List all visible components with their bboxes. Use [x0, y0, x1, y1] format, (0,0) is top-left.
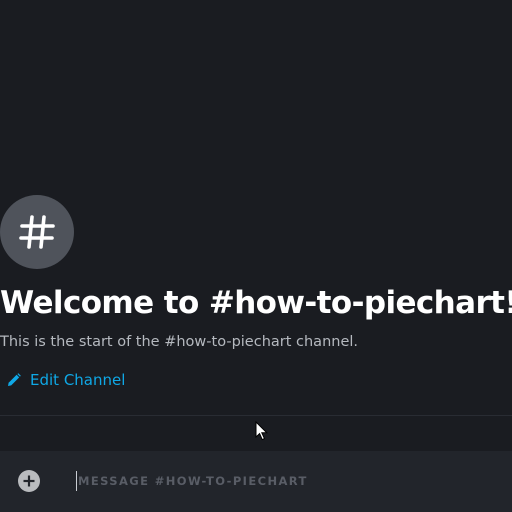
- edit-channel-label: Edit Channel: [30, 371, 126, 389]
- message-input[interactable]: MESSAGE #HOW-TO-PIECHART: [76, 468, 496, 494]
- pencil-icon: [6, 372, 22, 388]
- welcome-subtitle: This is the start of the #how-to-piechar…: [0, 334, 359, 350]
- hash-icon: [17, 212, 57, 252]
- welcome-title: Welcome to #how-to-piechart!: [0, 285, 512, 321]
- edit-channel-link[interactable]: Edit Channel: [6, 369, 125, 391]
- message-composer: MESSAGE #HOW-TO-PIECHART: [0, 451, 512, 512]
- plus-circle-icon[interactable]: [18, 470, 40, 492]
- composer-separator: [50, 465, 51, 497]
- mouse-cursor-icon: [255, 420, 269, 441]
- text-caret: [76, 471, 77, 491]
- channel-view: Welcome to #how-to-piechart! This is the…: [0, 0, 512, 512]
- message-placeholder: MESSAGE #HOW-TO-PIECHART: [78, 474, 308, 488]
- divider: [0, 415, 512, 416]
- channel-avatar: [0, 195, 74, 269]
